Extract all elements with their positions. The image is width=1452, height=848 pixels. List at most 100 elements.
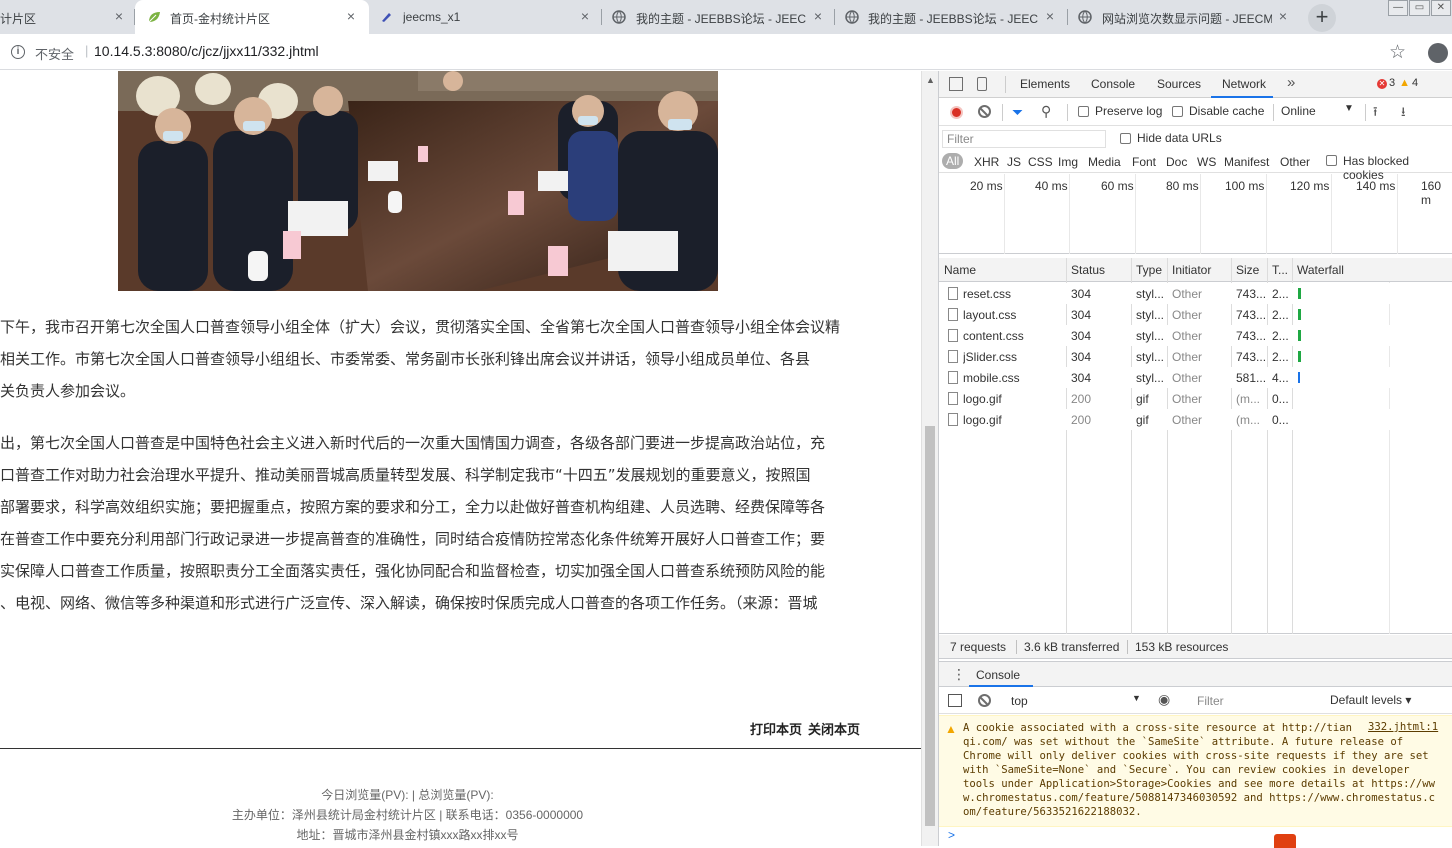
record-icon[interactable] — [950, 106, 963, 119]
tab-5[interactable]: 网站浏览次数显示问题 - JEECM × — [1068, 0, 1300, 34]
table-row[interactable]: logo.gif 200 gif Other (m... 0... — [939, 409, 1452, 430]
inspect-icon[interactable] — [949, 77, 963, 91]
close-icon[interactable]: × — [1042, 8, 1058, 24]
overview-tick: 40 ms — [1035, 179, 1068, 193]
type-media[interactable]: Media — [1088, 155, 1121, 169]
search-icon[interactable]: ⚲ — [1041, 103, 1051, 120]
sidebar-toggle-icon[interactable] — [948, 694, 962, 707]
print-page-link[interactable]: 打印本页 — [750, 722, 802, 737]
clear-console-icon[interactable] — [978, 694, 991, 707]
type-ws[interactable]: WS — [1197, 155, 1216, 169]
drawer-tab-console[interactable]: Console — [976, 668, 1020, 682]
column-waterfall[interactable]: Waterfall — [1297, 263, 1344, 277]
request-initiator: Other — [1172, 287, 1203, 301]
filter-icon[interactable]: ⏷ — [1012, 104, 1023, 121]
throttle-select[interactable]: Online — [1281, 104, 1316, 118]
close-window-icon[interactable]: ✕ — [1430, 0, 1451, 16]
console-filter-input[interactable]: Filter — [1192, 692, 1320, 710]
type-css[interactable]: CSS — [1028, 155, 1053, 169]
table-row[interactable]: logo.gif 200 gif Other (m... 0... — [939, 388, 1452, 409]
close-page-link[interactable]: 关闭本页 — [808, 722, 860, 737]
column-name[interactable]: Name — [944, 263, 976, 277]
close-icon[interactable]: × — [111, 8, 127, 24]
close-icon[interactable]: × — [343, 8, 359, 24]
star-icon[interactable]: ☆ — [1389, 41, 1406, 64]
window-controls: — ▭ ✕ — [1388, 0, 1452, 20]
tab-console[interactable]: Console — [1091, 77, 1135, 91]
chevron-down-icon[interactable]: ▼ — [1344, 103, 1354, 114]
table-row[interactable]: mobile.css 304 styl... Other 581... 4... — [939, 367, 1452, 388]
request-size: 743... — [1236, 350, 1267, 364]
minimize-icon[interactable]: — — [1388, 0, 1409, 16]
column-size[interactable]: Size — [1236, 263, 1259, 277]
tab-network[interactable]: Network — [1222, 77, 1266, 91]
tab-elements[interactable]: Elements — [1020, 77, 1070, 91]
preserve-log-checkbox[interactable] — [1078, 106, 1089, 117]
type-other[interactable]: Other — [1280, 155, 1310, 169]
table-row[interactable]: content.css 304 styl... Other 743... 2... — [939, 325, 1452, 346]
type-xhr[interactable]: XHR — [974, 155, 999, 169]
column-type[interactable]: Type — [1136, 263, 1162, 277]
warning-source-link[interactable]: 332.jhtml:1 — [1364, 721, 1439, 733]
devtools-menu-icon[interactable]: ⋮ — [1446, 76, 1452, 93]
request-time: 0... — [1272, 413, 1289, 427]
type-img[interactable]: Img — [1058, 155, 1078, 169]
console-prompt[interactable]: > — [948, 828, 955, 842]
scroll-thumb[interactable] — [925, 426, 935, 826]
tab-0[interactable]: 计片区 × — [0, 0, 133, 34]
request-size: 743... — [1236, 308, 1267, 322]
info-icon[interactable]: i — [11, 45, 25, 59]
drawer-menu-icon[interactable]: ⋮ — [952, 666, 966, 683]
import-har-icon[interactable]: ⭱ — [1373, 103, 1378, 125]
security-label[interactable]: 不安全 — [35, 44, 74, 63]
more-tabs-icon[interactable]: » — [1287, 74, 1295, 91]
export-har-icon[interactable]: ⭳ — [1401, 103, 1406, 125]
network-overview[interactable]: 20 ms 40 ms 60 ms 80 ms 100 ms 120 ms 14… — [939, 174, 1452, 254]
tab-2[interactable]: jeecms_x1 × — [369, 0, 601, 34]
clear-icon[interactable] — [978, 105, 991, 118]
type-manifest[interactable]: Manifest — [1224, 155, 1269, 169]
table-row[interactable]: reset.css 304 styl... Other 743... 2... — [939, 283, 1452, 304]
close-icon[interactable]: × — [577, 8, 593, 24]
column-status[interactable]: Status — [1071, 263, 1105, 277]
blocked-cookies-checkbox[interactable] — [1326, 155, 1337, 166]
request-name: layout.css — [963, 308, 1017, 322]
table-row[interactable]: jSlider.css 304 styl... Other 743... 2... — [939, 346, 1452, 367]
tab-1[interactable]: 首页-金村统计片区 × — [135, 0, 369, 34]
tab-strip: 计片区 × 首页-金村统计片区 × jeecms_x1 × 我的主题 - JEE… — [0, 0, 1452, 34]
network-filter-input[interactable]: Filter — [942, 130, 1106, 148]
type-doc[interactable]: Doc — [1166, 155, 1187, 169]
waterfall-bar — [1298, 351, 1301, 362]
tab-sources[interactable]: Sources — [1157, 77, 1201, 91]
hide-data-urls-checkbox[interactable] — [1120, 133, 1131, 144]
tab-3[interactable]: 我的主题 - JEEBBS论坛 - JEECM × — [602, 0, 834, 34]
new-tab-button[interactable]: + — [1308, 4, 1336, 32]
warning-icon: ▲ — [1399, 77, 1411, 89]
type-all[interactable]: All — [942, 153, 964, 169]
warning-text[interactable]: A cookie associated with a cross-site re… — [963, 721, 1451, 819]
close-icon[interactable]: × — [1275, 8, 1291, 24]
scroll-up-icon[interactable]: ▲ — [926, 75, 935, 85]
type-font[interactable]: Font — [1132, 155, 1156, 169]
column-initiator[interactable]: Initiator — [1172, 263, 1211, 277]
device-toolbar-icon[interactable] — [977, 77, 987, 91]
profile-avatar[interactable] — [1428, 43, 1448, 63]
request-time: 2... — [1272, 287, 1289, 301]
maximize-icon[interactable]: ▭ — [1409, 0, 1430, 16]
url-input[interactable]: 10.14.5.3:8080/c/jcz/jjxx11/332.jhtml — [94, 43, 319, 59]
page-scrollbar[interactable]: ▲ — [921, 71, 938, 846]
eye-icon[interactable]: ◉ — [1158, 691, 1170, 708]
chevron-down-icon[interactable]: ▼ — [1132, 693, 1141, 703]
tab-4[interactable]: 我的主题 - JEEBBS论坛 - JEECM × — [835, 0, 1067, 34]
close-icon[interactable]: × — [810, 8, 826, 24]
type-js[interactable]: JS — [1007, 155, 1021, 169]
disable-cache-checkbox[interactable] — [1172, 106, 1183, 117]
log-levels-select[interactable]: Default levels ▾ — [1330, 693, 1411, 707]
table-row[interactable]: layout.css 304 styl... Other 743... 2... — [939, 304, 1452, 325]
request-name: logo.gif — [963, 392, 1002, 406]
context-select[interactable]: top — [1006, 692, 1143, 710]
request-status: 304 — [1071, 350, 1092, 364]
issues-badge[interactable]: ✕ 3 ▲ 4 — [1377, 77, 1418, 89]
article-line: 关负责人参加会议。 — [0, 382, 136, 400]
column-time[interactable]: T... — [1272, 263, 1288, 277]
